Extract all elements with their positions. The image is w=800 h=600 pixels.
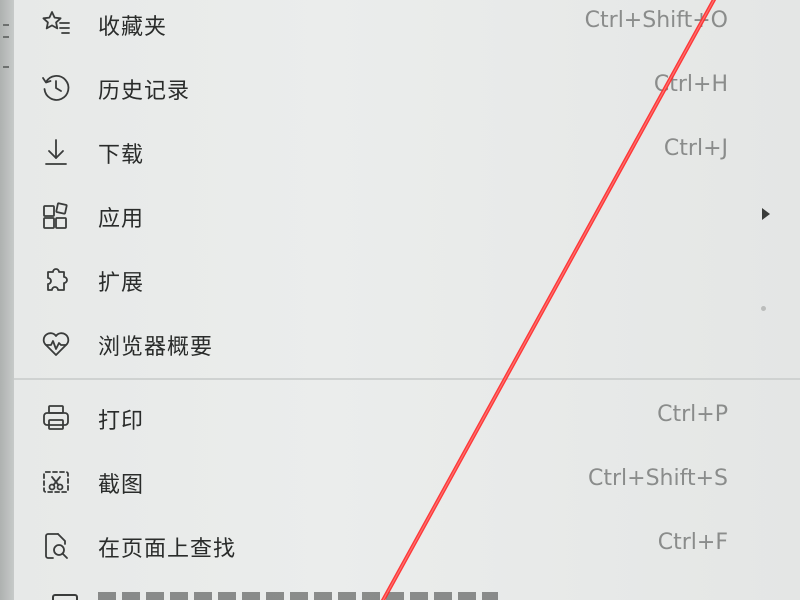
menu-item-shortcut: Ctrl+J: [663, 136, 728, 161]
menu-item-label: 扩展: [98, 271, 145, 296]
menu-item-shortcut: Ctrl+P: [657, 402, 728, 427]
menu-item-shortcut: Ctrl+H: [653, 72, 728, 97]
menu-item-screenshot[interactable]: 截图 Ctrl+Shift+S: [14, 454, 800, 510]
star-list-icon: [38, 6, 74, 42]
edge-mark: [3, 36, 9, 38]
menu-item-label: 历史记录: [98, 79, 191, 104]
menu-item-extensions[interactable]: 扩展: [14, 252, 800, 308]
find-in-page-icon: [38, 528, 74, 564]
apps-icon: [38, 198, 74, 234]
menu-item-partial[interactable]: [14, 584, 800, 600]
print-icon: [38, 400, 74, 436]
edge-mark: [3, 24, 9, 26]
menu-item-favorites[interactable]: 收藏夹 Ctrl+Shift+O: [14, 0, 800, 52]
history-icon: [38, 70, 74, 106]
menu-item-apps[interactable]: 应用: [14, 188, 800, 244]
menu-item-shortcut: Ctrl+F: [657, 530, 728, 555]
menu-item-find-on-page[interactable]: 在页面上查找 Ctrl+F: [14, 518, 800, 574]
heart-pulse-icon: [38, 326, 74, 362]
cut-off-icon: [52, 594, 78, 600]
menu-separator: [14, 378, 800, 380]
browser-settings-menu: 收藏夹 Ctrl+Shift+O 历史记录 Ctrl+H 下载 Ctrl+J 应…: [14, 0, 800, 600]
menu-item-shortcut: Ctrl+Shift+S: [588, 466, 728, 491]
extensions-icon: [38, 262, 74, 298]
menu-item-print[interactable]: 打印 Ctrl+P: [14, 390, 800, 446]
download-icon: [38, 134, 74, 170]
scroll-indicator: [761, 306, 766, 311]
menu-item-label: 截图: [98, 473, 145, 498]
menu-item-label: 应用: [98, 207, 145, 232]
cut-off-label: [98, 592, 498, 600]
menu-item-history[interactable]: 历史记录 Ctrl+H: [14, 60, 800, 116]
window-left-edge: [0, 0, 14, 600]
menu-item-label: 收藏夹: [98, 15, 168, 40]
menu-item-shortcut: Ctrl+Shift+O: [584, 8, 728, 33]
edge-mark: [3, 66, 9, 68]
menu-item-label: 下载: [98, 143, 145, 168]
menu-item-browser-essentials[interactable]: 浏览器概要: [14, 316, 800, 372]
menu-item-label: 浏览器概要: [98, 335, 214, 360]
menu-item-downloads[interactable]: 下载 Ctrl+J: [14, 124, 800, 180]
menu-item-label: 在页面上查找: [98, 537, 237, 562]
menu-item-label: 打印: [98, 409, 145, 434]
submenu-arrow-icon: [762, 208, 770, 220]
screenshot-icon: [38, 464, 74, 500]
